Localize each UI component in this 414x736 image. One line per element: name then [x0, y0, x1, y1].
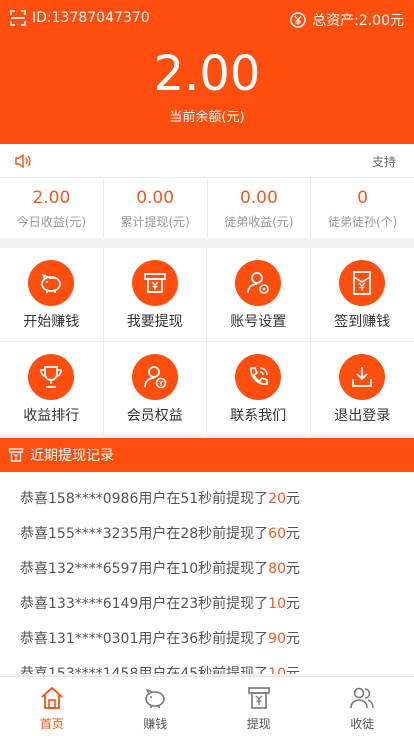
tab-earn[interactable]: 赚钱 [104, 677, 208, 736]
grid-item-label: 签到赚钱 [334, 314, 391, 330]
record-text: 恭喜153****1458用户在45秒前提现了 [20, 666, 269, 674]
records-title: 近期提现记录 [30, 448, 114, 464]
record-text: 恭喜133****6149用户在23秒前提现了 [20, 596, 269, 612]
tab-label: 提现 [246, 717, 271, 731]
record-text: 恭喜132****6597用户在10秒前提现了 [20, 561, 269, 577]
record-amount: 60 [268, 526, 286, 542]
record-amount: 90 [268, 631, 286, 647]
stat-today-income: 2.00 今日收益(元) [0, 178, 104, 238]
user-id: ID:13787047370 [32, 10, 150, 26]
stat-apprentice-count: 0 徒弟徒孙(个) [311, 178, 414, 238]
grid-item-checkin[interactable]: 签到赚钱 [310, 248, 414, 342]
tab-label: 收徒 [350, 717, 375, 731]
app: ID:13787047370 总资产:2.00元 2.00 当前余额(元) 支持… [0, 0, 414, 736]
record-item: 恭喜133****6149用户在23秒前提现了10元 [0, 587, 414, 622]
phone-icon [235, 354, 282, 400]
record-unit: 元 [286, 631, 300, 647]
tab-withdraw[interactable]: 提现 [207, 677, 311, 736]
total-assets-area: 总资产:2.00元 [290, 10, 404, 30]
grid-item-label: 会员权益 [126, 408, 183, 424]
trophy-icon [28, 354, 75, 400]
stat-value: 0.00 [239, 188, 278, 208]
stats-row: 2.00 今日收益(元) 0.00 累计提现(元) 0.00 徒弟收益(元) 0… [0, 178, 414, 238]
piggy-bank-icon [145, 688, 166, 708]
grid-item-ranking[interactable]: 收益排行 [0, 342, 104, 436]
grid-item-contact-us[interactable]: 联系我们 [207, 342, 311, 436]
member-icon [131, 354, 178, 400]
record-item: 恭喜155****3235用户在28秒前提现了60元 [0, 517, 414, 552]
home-icon [41, 686, 63, 709]
tab-label: 赚钱 [143, 717, 168, 731]
scan-icon[interactable] [10, 10, 26, 26]
stat-apprentice-income: 0.00 徒弟收益(元) [208, 178, 312, 238]
red-envelope-icon [339, 260, 386, 306]
record-item: 恭喜132****6597用户在10秒前提现了80元 [0, 552, 414, 587]
grid-item-label: 联系我们 [230, 408, 287, 424]
stat-label: 今日收益(元) [16, 215, 87, 229]
grid-item-member-benefits[interactable]: 会员权益 [103, 342, 207, 436]
records-list: 恭喜158****0986用户在51秒前提现了20元 恭喜155****3235… [0, 472, 414, 674]
header: ID:13787047370 总资产:2.00元 2.00 当前余额(元) [0, 0, 414, 144]
record-amount: 10 [268, 596, 286, 612]
total-assets: 总资产:2.00元 [312, 13, 404, 29]
withdraw-record-icon [8, 448, 24, 462]
record-amount: 20 [268, 491, 286, 507]
stat-label: 徒弟徒孙(个) [327, 215, 398, 229]
record-item: 恭喜131****0301用户在36秒前提现了90元 [0, 622, 414, 657]
record-item: 恭喜153****1458用户在45秒前提现了10元 [0, 657, 414, 674]
grid-item-label: 账号设置 [230, 314, 287, 330]
records-header: 近期提现记录 [0, 438, 414, 472]
function-grid: 开始赚钱 我要提现 账号设置 签到赚钱 收益排行 会员权益 联系我们 退出登录 [0, 248, 414, 436]
grid-item-label: 退出登录 [334, 408, 391, 424]
record-item: 恭喜158****0986用户在51秒前提现了20元 [0, 482, 414, 517]
stat-value: 0.00 [136, 188, 175, 208]
bottom-tabbar: 首页 赚钱 提现 收徒 [0, 676, 414, 736]
users-icon [350, 687, 374, 709]
stat-label: 徒弟收益(元) [224, 215, 294, 229]
record-unit: 元 [286, 491, 300, 507]
notice-bar: 支持 [0, 144, 414, 178]
grid-item-account-settings[interactable]: 账号设置 [207, 248, 311, 342]
account-settings-icon [235, 260, 282, 306]
grid-item-label: 开始赚钱 [23, 314, 80, 330]
record-unit: 元 [286, 526, 300, 542]
speaker-icon [15, 153, 31, 169]
withdraw-icon [131, 260, 178, 306]
grid-item-label: 收益排行 [23, 408, 80, 424]
stat-value: 2.00 [32, 188, 71, 208]
tab-apprentice[interactable]: 收徒 [311, 677, 414, 736]
yen-coin-icon [290, 12, 306, 28]
balance-value: 2.00 [153, 46, 261, 102]
support-link[interactable]: 支持 [372, 153, 396, 170]
user-id-area: ID:13787047370 [10, 10, 150, 26]
grid-item-withdraw[interactable]: 我要提现 [103, 248, 207, 342]
stat-total-withdrawn: 0.00 累计提现(元) [104, 178, 208, 238]
tab-label: 首页 [39, 717, 64, 731]
withdraw-icon [247, 687, 270, 709]
grid-item-start-earning[interactable]: 开始赚钱 [0, 248, 104, 342]
grid-item-label: 我要提现 [126, 314, 183, 330]
stat-label: 累计提现(元) [120, 215, 190, 229]
record-text: 恭喜158****0986用户在51秒前提现了 [20, 491, 269, 507]
record-amount: 10 [268, 666, 286, 674]
record-unit: 元 [286, 596, 300, 612]
stat-value: 0 [357, 188, 369, 208]
record-text: 恭喜155****3235用户在28秒前提现了 [20, 526, 269, 542]
record-amount: 80 [268, 561, 286, 577]
grid-item-logout[interactable]: 退出登录 [310, 342, 414, 436]
record-unit: 元 [286, 561, 300, 577]
tab-home[interactable]: 首页 [0, 677, 104, 736]
logout-icon [339, 354, 386, 400]
balance-label: 当前余额(元) [169, 110, 245, 125]
record-text: 恭喜131****0301用户在36秒前提现了 [20, 631, 269, 647]
piggy-bank-icon [28, 260, 75, 306]
record-unit: 元 [286, 666, 300, 674]
